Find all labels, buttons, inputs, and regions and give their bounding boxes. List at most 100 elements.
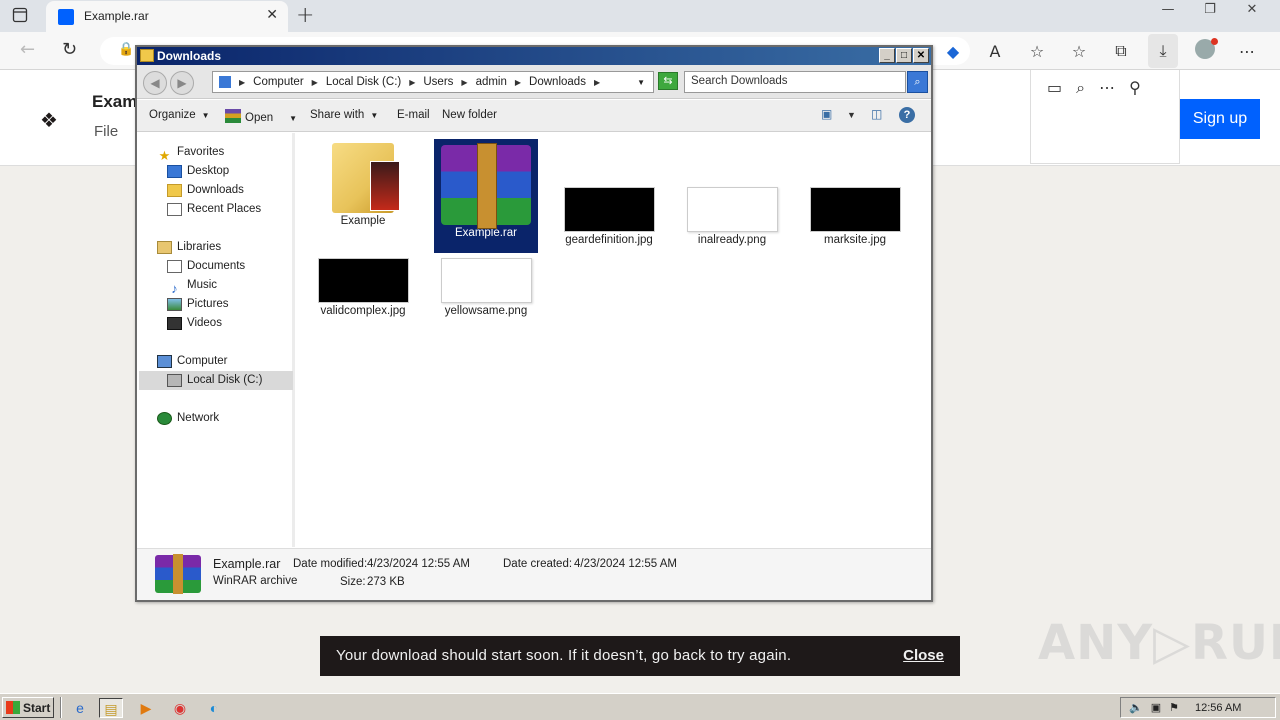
winrar-archive-icon	[155, 554, 201, 594]
explorer-taskbar-icon[interactable]: ▤	[99, 698, 123, 718]
sidebar-label: Music	[187, 279, 218, 291]
breadcrumb[interactable]: ▶ Computer ▶ Local Disk (C:) ▶ Users ▶ a…	[212, 71, 654, 93]
open-folder-icon[interactable]: ▭	[1047, 78, 1062, 98]
dropbox-logo-icon[interactable]: ❖	[40, 108, 58, 132]
file-item-image[interactable]: marksite.jpg	[803, 139, 907, 246]
details-pane: Example.rar WinRAR archive Date modified…	[137, 548, 931, 600]
image-thumbnail	[809, 187, 901, 232]
tab-actions-icon[interactable]	[12, 7, 36, 25]
volume-icon[interactable]: 🔈	[1129, 701, 1143, 714]
more-options-icon[interactable]: ⋯	[1099, 78, 1115, 98]
reload-icon[interactable]: ↻	[62, 39, 77, 60]
system-tray: 🔈 ▣ ⚑ 12:56 AM	[1120, 697, 1276, 718]
browser-tab[interactable]: Example.rar ✕	[46, 1, 288, 32]
breadcrumb-local-disk[interactable]: Local Disk (C:)	[326, 76, 401, 88]
toast-close-button[interactable]: Close	[903, 647, 944, 664]
sidebar-label: Local Disk (C:)	[187, 374, 263, 386]
new-folder-button[interactable]: New folder	[442, 109, 497, 121]
explorer-maximize-button[interactable]: □	[896, 48, 912, 63]
open-button[interactable]: Open ▼	[225, 109, 297, 124]
preview-pane-icon[interactable]: ◫	[871, 107, 882, 121]
internet-explorer-icon[interactable]: e	[68, 698, 92, 718]
sidebar-item-network[interactable]: Network	[157, 409, 219, 428]
sidebar-item-music[interactable]: ♪ Music	[167, 276, 218, 296]
breadcrumb-chevron-icon[interactable]: ▶	[594, 78, 600, 87]
downloads-folder-icon	[167, 184, 182, 197]
read-aloud-icon[interactable]: A	[980, 42, 1010, 61]
search-icon[interactable]: ⌕	[907, 71, 928, 93]
breadcrumb-chevron-icon[interactable]: ▶	[409, 78, 415, 87]
help-icon[interactable]: ?	[899, 107, 915, 123]
sidebar-item-downloads[interactable]: Downloads	[167, 181, 244, 200]
breadcrumb-downloads[interactable]: Downloads	[529, 76, 586, 88]
media-player-icon[interactable]: ▶	[134, 698, 158, 718]
email-button[interactable]: E-mail	[397, 109, 430, 121]
file-item-folder[interactable]: Example	[311, 139, 415, 227]
sidebar-item-documents[interactable]: Documents	[167, 257, 245, 276]
sidebar-item-favorites[interactable]: ★ Favorites	[157, 143, 225, 163]
breadcrumb-chevron-icon[interactable]: ▶	[312, 78, 318, 87]
minimize-button[interactable]: —	[1156, 0, 1180, 17]
file-item-image[interactable]: geardefinition.jpg	[557, 139, 661, 246]
close-window-button[interactable]: ✕	[1240, 0, 1264, 17]
forward-icon[interactable]: ▶	[170, 71, 194, 95]
file-item-image[interactable]: yellowsame.png	[434, 258, 538, 317]
file-item-image[interactable]: validcomplex.jpg	[311, 258, 415, 317]
chevron-down-icon[interactable]: ▼	[637, 78, 645, 87]
back-arrow-icon[interactable]: ←	[20, 39, 35, 60]
window-controls: — ❐ ✕	[1156, 0, 1264, 17]
breadcrumb-computer[interactable]: Computer	[253, 76, 304, 88]
network-tray-icon[interactable]: ▣	[1151, 701, 1161, 714]
sidebar-item-libraries[interactable]: Libraries	[157, 238, 221, 257]
sidebar-item-videos[interactable]: Videos	[167, 314, 222, 333]
sidebar-item-desktop[interactable]: Desktop	[167, 162, 229, 181]
file-name: geardefinition.jpg	[565, 234, 653, 246]
sidebar-item-recent-places[interactable]: Recent Places	[167, 200, 261, 219]
breadcrumb-users[interactable]: Users	[423, 76, 453, 88]
anyrun-watermark: ANY▷RUN	[1038, 615, 1280, 671]
sidebar-item-pictures[interactable]: Pictures	[167, 295, 229, 314]
winrar-icon	[225, 109, 241, 123]
collections-icon[interactable]: ⧉	[1106, 41, 1136, 61]
search-input[interactable]: Search Downloads	[684, 71, 906, 93]
tab-close-icon[interactable]: ✕	[266, 7, 278, 23]
image-thumbnail	[440, 258, 532, 303]
sidebar-item-local-disk[interactable]: Local Disk (C:)	[139, 371, 293, 390]
refresh-icon[interactable]: ⇆	[658, 72, 678, 90]
shopping-tag-icon[interactable]: ◆	[938, 42, 968, 61]
favorites-icon[interactable]: ☆	[1064, 42, 1094, 61]
start-label: Start	[23, 700, 51, 715]
add-favorite-icon[interactable]: ☆	[1022, 42, 1052, 61]
explorer-minimize-button[interactable]: _	[879, 48, 895, 63]
change-view-icon[interactable]: ▣	[821, 107, 832, 121]
explorer-title-bar[interactable]: Downloads _ □ ✕	[137, 47, 931, 65]
file-name: inalready.png	[697, 234, 767, 246]
sign-up-button[interactable]: Sign up	[1180, 99, 1260, 139]
organize-button[interactable]: Organize ▼	[149, 109, 210, 121]
explorer-close-button[interactable]: ✕	[913, 48, 929, 63]
pin-icon[interactable]: ⚲	[1129, 78, 1141, 98]
downloads-icon[interactable]: ⤓	[1148, 34, 1178, 68]
breadcrumb-chevron-icon[interactable]: ▶	[515, 78, 521, 87]
breadcrumb-chevron-icon[interactable]: ▶	[239, 78, 245, 87]
file-item-rar[interactable]: Example.rar	[434, 139, 538, 253]
back-icon[interactable]: ◀	[143, 71, 167, 95]
clock[interactable]: 12:56 AM	[1195, 702, 1241, 714]
new-tab-button[interactable]: +	[296, 3, 314, 28]
more-menu-icon[interactable]: ⋯	[1232, 42, 1262, 61]
organize-label: Organize	[149, 109, 196, 121]
edge-icon[interactable]: ◐	[202, 698, 226, 718]
profile-avatar[interactable]	[1190, 38, 1220, 63]
file-item-image[interactable]: inalready.png	[680, 139, 784, 246]
breadcrumb-admin[interactable]: admin	[476, 76, 507, 88]
search-downloads-icon[interactable]: ⌕	[1076, 78, 1085, 98]
breadcrumb-chevron-icon[interactable]: ▶	[461, 78, 467, 87]
file-menu[interactable]: File	[94, 123, 118, 140]
restore-button[interactable]: ❐	[1198, 0, 1222, 17]
chevron-down-icon[interactable]: ▼	[847, 110, 856, 120]
chrome-icon[interactable]: ◉	[168, 698, 192, 718]
sidebar-item-computer[interactable]: Computer	[157, 352, 228, 371]
action-center-flag-icon[interactable]: ⚑	[1169, 701, 1179, 714]
share-with-button[interactable]: Share with ▼	[310, 109, 378, 121]
start-button[interactable]: Start	[2, 697, 54, 718]
